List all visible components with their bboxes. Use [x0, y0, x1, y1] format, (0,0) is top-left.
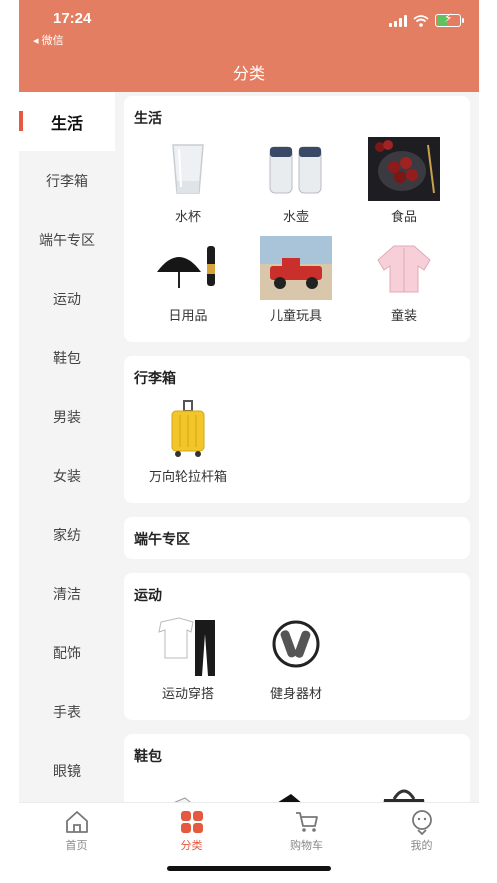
sportswear-image [152, 613, 224, 679]
toy-car-image [260, 235, 332, 301]
sidebar-item-womenswear[interactable]: 女装 [19, 446, 115, 505]
home-indicator [167, 866, 331, 871]
section-shoes-bags: 鞋包 [124, 734, 470, 802]
section-sports: 运动 运动穿搭 健身器材 [124, 573, 470, 720]
sidebar-item-glasses[interactable]: 眼镜 [19, 741, 115, 800]
status-icons: ⚡ [389, 12, 464, 27]
section-title: 鞋包 [134, 748, 162, 764]
umbrella-image [152, 235, 224, 301]
sidebar-item-watches[interactable]: 手表 [19, 682, 115, 741]
app-screen: 17:24 ◂ 微信 ⚡ 分类 生活 行李箱 端午专区 运动 鞋包 男装 女装 … [19, 0, 479, 883]
cart-icon [295, 812, 318, 832]
section-title: 运动 [134, 587, 162, 603]
category-content: 生活 水杯 水壶 食品 日用品 儿童玩具 童装 行李箱 万向轮拉杆箱 端午专区 … [124, 96, 470, 802]
food-image [368, 136, 440, 202]
section-title: 行李箱 [134, 370, 176, 386]
status-time: 17:24 [53, 10, 92, 27]
black-shoe-image [260, 774, 332, 802]
sneaker-image [152, 774, 224, 802]
product-category-tile[interactable]: 水杯 [134, 136, 242, 225]
sidebar-item-luggage[interactable]: 行李箱 [19, 151, 115, 210]
suitcase-image [152, 396, 224, 462]
product-category-tile[interactable]: 水壶 [242, 136, 350, 225]
sidebar-item-cleaning[interactable]: 清洁 [19, 564, 115, 623]
product-category-tile[interactable] [242, 774, 350, 802]
tab-cart[interactable]: 购物车 [249, 803, 364, 883]
product-category-tile[interactable]: 万向轮拉杆箱 [134, 396, 242, 485]
signal-icon [389, 14, 407, 27]
glass-cup-image [152, 136, 224, 202]
sidebar-item-sports[interactable]: 运动 [19, 269, 115, 328]
product-category-tile[interactable]: 健身器材 [242, 613, 350, 702]
product-category-tile[interactable]: 日用品 [134, 235, 242, 324]
page-title: 分类 [232, 66, 265, 83]
kids-jacket-image [368, 235, 440, 301]
tab-profile[interactable]: 我的 [364, 803, 479, 883]
profile-icon [411, 810, 432, 835]
product-category-tile[interactable] [350, 774, 458, 802]
product-category-tile[interactable] [134, 774, 242, 802]
sidebar-item-accessories[interactable]: 配饰 [19, 623, 115, 682]
sidebar-item-life[interactable]: 生活 [19, 92, 115, 151]
home-icon [65, 811, 88, 833]
sidebar-item-shoes-bags[interactable]: 鞋包 [19, 328, 115, 387]
wifi-icon [413, 14, 429, 27]
product-category-tile[interactable]: 运动穿搭 [134, 613, 242, 702]
category-icon [180, 811, 203, 833]
product-category-tile[interactable]: 食品 [350, 136, 458, 225]
tab-category[interactable]: 分类 [134, 803, 249, 883]
sidebar-item-menswear[interactable]: 男装 [19, 387, 115, 446]
product-category-tile[interactable]: 儿童玩具 [242, 235, 350, 324]
header-bar: 17:24 ◂ 微信 ⚡ 分类 [19, 0, 479, 92]
section-title: 端午专区 [134, 531, 190, 547]
section-dragon-boat: 端午专区 [124, 517, 470, 559]
back-to-wechat-link[interactable]: ◂ 微信 [33, 32, 64, 48]
tab-home[interactable]: 首页 [19, 803, 134, 883]
product-category-tile[interactable]: 童装 [350, 235, 458, 324]
jump-rope-image [260, 613, 332, 679]
section-life: 生活 水杯 水壶 食品 日用品 儿童玩具 童装 [124, 96, 470, 342]
battery-icon: ⚡ [435, 12, 464, 27]
section-luggage: 行李箱 万向轮拉杆箱 [124, 356, 470, 503]
handbag-image [368, 774, 440, 802]
section-title: 生活 [134, 110, 162, 126]
kettle-image [260, 136, 332, 202]
sidebar-item-home-textile[interactable]: 家纺 [19, 505, 115, 564]
category-sidebar: 生活 行李箱 端午专区 运动 鞋包 男装 女装 家纺 清洁 配饰 手表 眼镜 [19, 92, 115, 802]
sidebar-item-dragon-boat[interactable]: 端午专区 [19, 210, 115, 269]
